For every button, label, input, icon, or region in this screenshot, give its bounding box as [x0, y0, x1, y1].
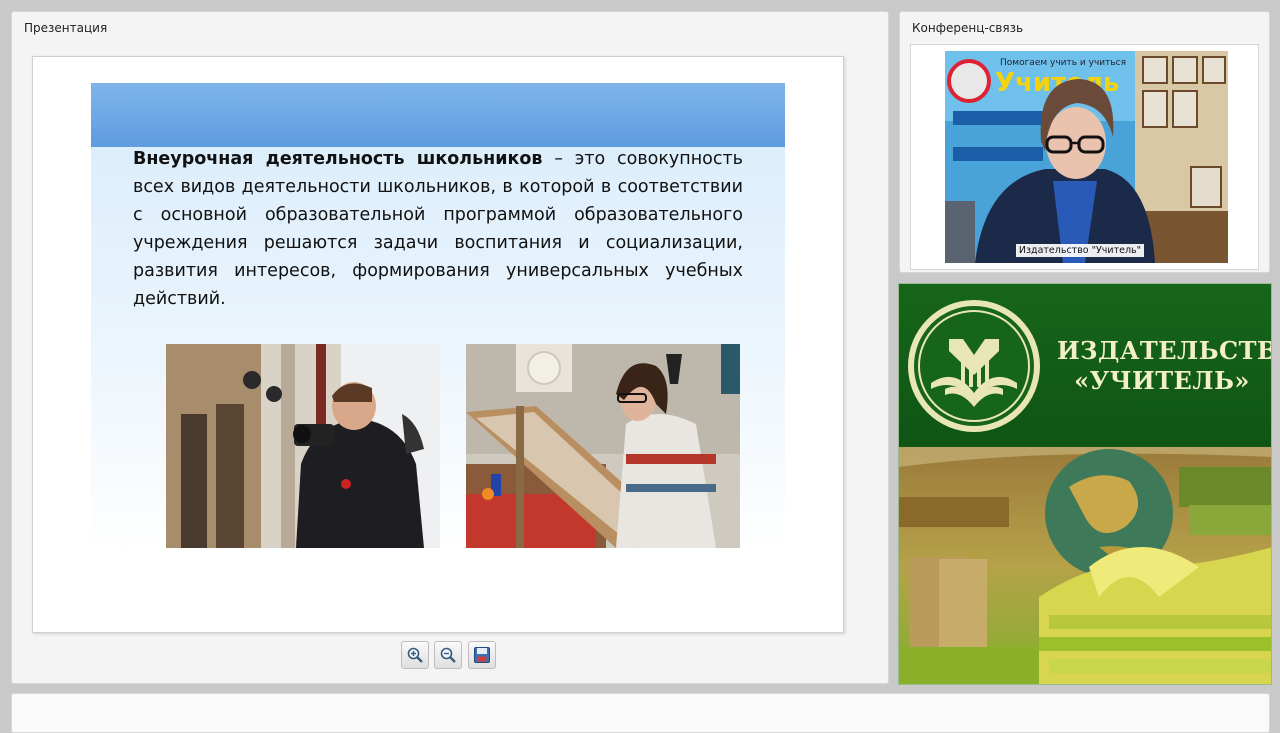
- slide-definition-body: – это совокупность всех видов деятельнос…: [133, 149, 743, 309]
- video-window[interactable]: Учитель Помогаем учить и учиться Издател…: [910, 44, 1259, 270]
- publisher-name-line2: «УЧИТЕЛЬ»: [1074, 366, 1250, 395]
- zoom-in-icon: [407, 647, 423, 663]
- girl-drawing-image: [466, 344, 740, 548]
- conference-panel: Конференц-связь Учитель Помогаем учить и…: [899, 11, 1270, 273]
- slide-definition-text: Внеурочная деятельность школьников – это…: [133, 145, 743, 313]
- publisher-banner-books: [899, 447, 1271, 684]
- save-button[interactable]: [468, 641, 496, 669]
- presentation-panel: Презентация Внеурочная деятельность школ…: [11, 11, 889, 684]
- zoom-in-button[interactable]: [401, 641, 429, 669]
- zoom-out-button[interactable]: [434, 641, 462, 669]
- conference-panel-title: Конференц-связь: [912, 21, 1024, 35]
- slide-photo-girl-drawing: [466, 344, 740, 548]
- photographer-image: [166, 344, 440, 548]
- slide-definition-term: Внеурочная деятельность школьников: [133, 149, 543, 169]
- publisher-banner: ИЗДАТЕЛЬСТВО «УЧИТЕЛЬ»: [898, 283, 1272, 685]
- books-globe-image: [899, 447, 1271, 684]
- svg-text:Помогаем учить и учиться: Помогаем учить и учиться: [1000, 58, 1126, 68]
- publisher-banner-top: ИЗДАТЕЛЬСТВО «УЧИТЕЛЬ»: [899, 284, 1271, 447]
- speaker-video-image: Учитель Помогаем учить и учиться: [945, 51, 1228, 263]
- publisher-name: ИЗДАТЕЛЬСТВО «УЧИТЕЛЬ»: [1057, 336, 1271, 396]
- video-caption: Издательство "Учитель": [1015, 244, 1144, 257]
- bottom-panel: [11, 693, 1270, 733]
- presentation-panel-title: Презентация: [24, 21, 108, 35]
- video-feed: Учитель Помогаем учить и учиться Издател…: [945, 51, 1228, 263]
- slide-header-band: [91, 83, 785, 147]
- publisher-name-line1: ИЗДАТЕЛЬСТВО: [1057, 336, 1271, 365]
- save-icon: [474, 647, 490, 663]
- publisher-logo-icon: [908, 300, 1040, 432]
- slide-viewer[interactable]: Внеурочная деятельность школьников – это…: [32, 56, 844, 633]
- zoom-out-icon: [440, 647, 456, 663]
- slide-photo-photographer: [166, 344, 440, 548]
